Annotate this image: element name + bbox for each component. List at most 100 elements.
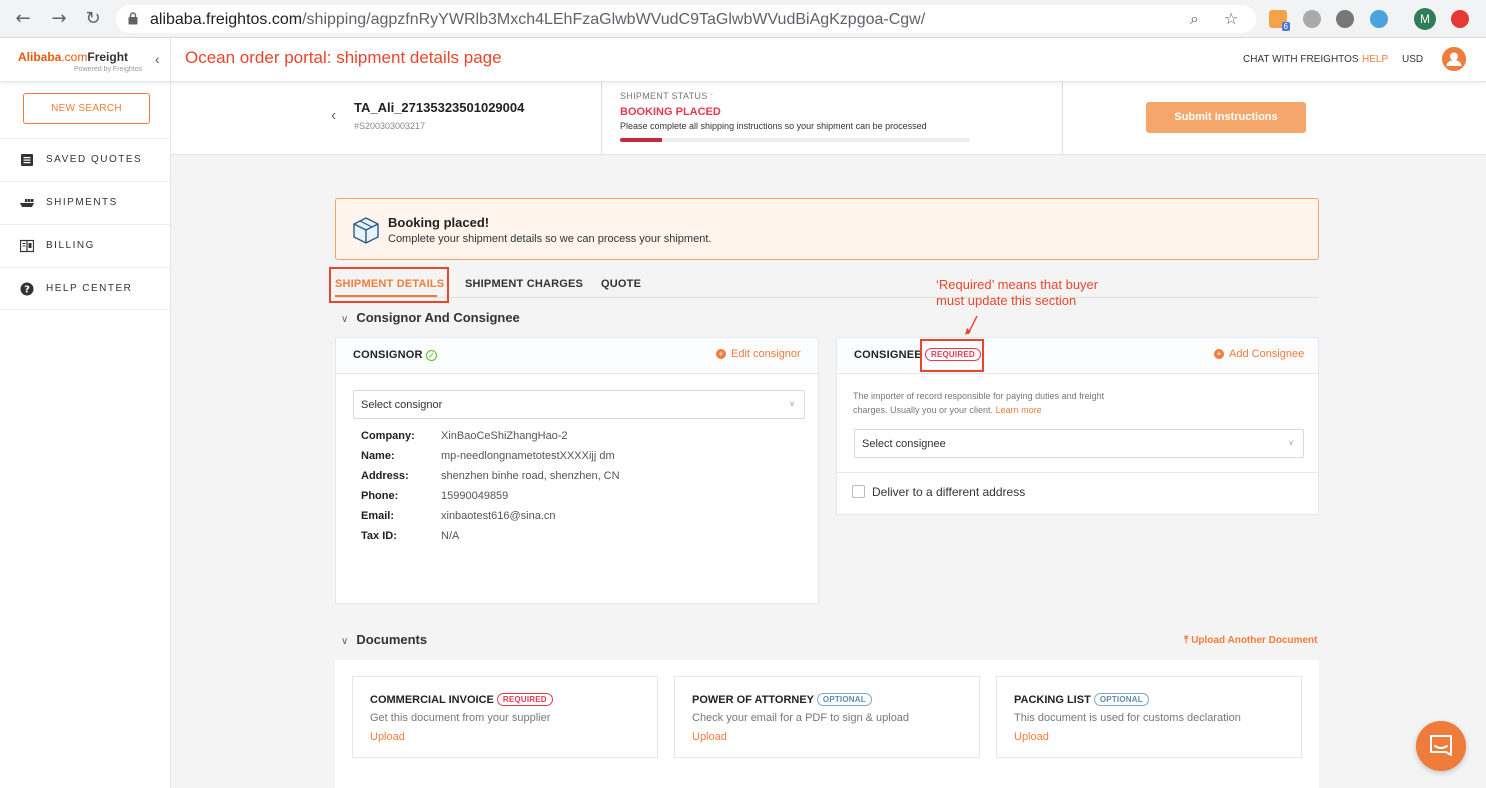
- shipment-id: TA_Ali_27135323501029004: [354, 100, 525, 115]
- upload-link[interactable]: Upload: [692, 731, 727, 743]
- status-label[interactable]: SHIPMENT STATUS ˇ: [620, 91, 713, 101]
- logo-product: Freight: [87, 50, 129, 64]
- browser-toolbar: ← → ↻ alibaba.freightos.com/shipping/agp…: [0, 0, 1486, 38]
- consignee-select[interactable]: Select consignee ∨: [854, 429, 1304, 458]
- status-cell: SHIPMENT STATUS ˇ BOOKING PLACED Please …: [601, 82, 1063, 155]
- help-icon: ?: [20, 282, 34, 296]
- logo[interactable]: Alibaba.comFreight: [18, 50, 128, 64]
- consignor-section-header[interactable]: ∨ Consignor And Consignee: [341, 310, 520, 325]
- field-key-email: Email:: [361, 510, 395, 522]
- field-key-company: Company:: [361, 430, 415, 442]
- back-chevron-icon[interactable]: ‹: [331, 107, 336, 125]
- consignee-select-value: Select consignee: [862, 438, 946, 450]
- consignee-description-line-2: charges. Usually you or your client.: [853, 405, 994, 415]
- upload-another-document-link[interactable]: ⤒ Upload Another Document: [1184, 635, 1318, 646]
- chevron-down-icon: ∨: [789, 399, 795, 408]
- sidebar-item-saved-quotes[interactable]: SAVED QUOTES: [0, 138, 170, 181]
- chevron-down-icon: ∨: [341, 636, 349, 647]
- sidebar-item-shipments[interactable]: SHIPMENTS: [0, 181, 170, 224]
- section-title: Consignor And Consignee: [356, 310, 520, 325]
- consignee-title: CONSIGNEE: [854, 349, 922, 361]
- consignor-card-header: CONSIGNOR ✓ + Edit consignor: [336, 338, 818, 374]
- extension-icon-2[interactable]: [1303, 10, 1321, 28]
- profile-avatar[interactable]: M: [1414, 8, 1436, 30]
- optional-badge: OPTIONAL: [816, 693, 872, 706]
- deliver-different-address-checkbox[interactable]: [852, 485, 865, 498]
- annotation-text: ‘Required’ means that buyer must update …: [936, 277, 1098, 309]
- sidebar: NEW SEARCH SAVED QUOTES SHIPMENTS BILLIN…: [0, 82, 171, 788]
- edit-consignor-link[interactable]: + Edit consignor: [716, 348, 801, 360]
- add-consignee-link[interactable]: + Add Consignee: [1214, 348, 1304, 360]
- reload-icon[interactable]: ↻: [82, 8, 104, 30]
- plus-circle-icon: +: [1214, 349, 1224, 359]
- extension-icon[interactable]: 6: [1269, 10, 1290, 31]
- chevron-down-icon: ∨: [1288, 438, 1294, 447]
- doc-description: This document is used for customs declar…: [1014, 712, 1241, 724]
- consignee-card-header: CONSIGNEE REQUIRED + Add Consignee: [837, 338, 1318, 374]
- doc-card-commercial-invoice: COMMERCIAL INVOICE REQUIRED Get this doc…: [352, 676, 658, 758]
- extension-icon-5[interactable]: [1451, 10, 1469, 28]
- booking-banner: Booking placed! Complete your shipment d…: [335, 198, 1319, 260]
- help-link[interactable]: HELP: [1362, 54, 1388, 65]
- consignor-select-value: Select consignor: [361, 399, 443, 411]
- field-value-name: mp-needlongnametotestXXXXijj dm: [441, 450, 615, 462]
- field-key-phone: Phone:: [361, 490, 399, 502]
- tab-shipment-charges[interactable]: SHIPMENT CHARGES: [465, 278, 583, 290]
- banner-text: Complete your shipment details so we can…: [388, 233, 712, 245]
- extension-badge: 6: [1281, 22, 1290, 31]
- consignee-description-line-1: The importer of record responsible for p…: [853, 391, 1105, 401]
- highlight-box-tab: [329, 267, 449, 303]
- upload-link[interactable]: Upload: [1014, 731, 1049, 743]
- consignor-title: CONSIGNOR: [353, 349, 423, 361]
- sidebar-item-label: SAVED QUOTES: [46, 154, 143, 165]
- documents-section-header[interactable]: ∨ Documents: [341, 632, 427, 647]
- doc-card-power-of-attorney: POWER OF ATTORNEY OPTIONAL Check your em…: [674, 676, 980, 758]
- shipment-ref: #S200303003217: [354, 121, 426, 131]
- consignor-select[interactable]: Select consignor ∨: [353, 390, 805, 419]
- user-icon[interactable]: [1442, 47, 1466, 71]
- app-header: Alibaba.comFreight Powered by Freightos …: [0, 38, 1486, 82]
- field-value-email: xinbaotest616@sina.cn: [441, 510, 556, 522]
- logo-com: .com: [61, 50, 88, 64]
- zoom-icon[interactable]: ⌕: [1190, 9, 1199, 29]
- header-divider: [170, 38, 171, 82]
- optional-badge: OPTIONAL: [1093, 693, 1149, 706]
- svg-text:?: ?: [24, 285, 30, 296]
- extension-icon-3[interactable]: [1336, 10, 1354, 28]
- learn-more-link[interactable]: Learn more: [996, 405, 1042, 415]
- deliver-different-address-label[interactable]: Deliver to a different address: [872, 485, 1025, 499]
- tab-quote[interactable]: QUOTE: [601, 278, 641, 290]
- sidebar-item-billing[interactable]: BILLING: [0, 224, 170, 267]
- chat-link[interactable]: CHAT WITH FREIGHTOS: [1243, 54, 1359, 65]
- chat-icon[interactable]: [1416, 721, 1466, 771]
- currency-selector[interactable]: USD: [1402, 54, 1423, 65]
- chevron-down-icon: ∨: [341, 314, 349, 325]
- back-arrow-icon[interactable]: ←: [12, 8, 34, 30]
- sidebar-item-label: HELP CENTER: [46, 283, 133, 294]
- highlight-box-required: [920, 339, 984, 372]
- status-description: Please complete all shipping instruction…: [620, 121, 927, 131]
- status-progress-fill: [620, 138, 662, 142]
- sidebar-item-label: BILLING: [46, 240, 95, 251]
- doc-description: Get this document from your supplier: [370, 712, 551, 724]
- sidebar-item-help-center[interactable]: ? HELP CENTER: [0, 267, 170, 310]
- tab-bar: SHIPMENT DETAILS SHIPMENT CHARGES QUOTE: [335, 267, 1319, 298]
- upload-link[interactable]: Upload: [370, 731, 405, 743]
- submit-instructions-button[interactable]: Submit Instructions: [1146, 102, 1306, 133]
- new-search-button[interactable]: NEW SEARCH: [23, 93, 150, 124]
- divider: [837, 472, 1317, 473]
- star-icon[interactable]: ☆: [1224, 9, 1238, 28]
- consignor-card: CONSIGNOR ✓ + Edit consignor Select consi…: [335, 337, 819, 604]
- upload-icon: ⤒: [1184, 635, 1189, 646]
- required-badge: REQUIRED: [496, 693, 553, 706]
- forward-arrow-icon[interactable]: →: [48, 8, 70, 30]
- lock-icon: [128, 12, 138, 25]
- caret-down-icon: ˇ: [710, 94, 713, 101]
- collapse-sidebar-icon[interactable]: ‹: [155, 51, 160, 67]
- address-bar[interactable]: alibaba.freightos.com/shipping/agpzfnRyY…: [116, 5, 1256, 33]
- logo-subtitle: Powered by Freightos: [74, 66, 143, 73]
- extension-icon-4[interactable]: [1370, 10, 1388, 28]
- annotation-line-2: must update this section: [936, 293, 1077, 308]
- documents-container: COMMERCIAL INVOICE REQUIRED Get this doc…: [335, 660, 1319, 788]
- main-content: ‹ TA_Ali_27135323501029004 #S20030300321…: [171, 82, 1486, 788]
